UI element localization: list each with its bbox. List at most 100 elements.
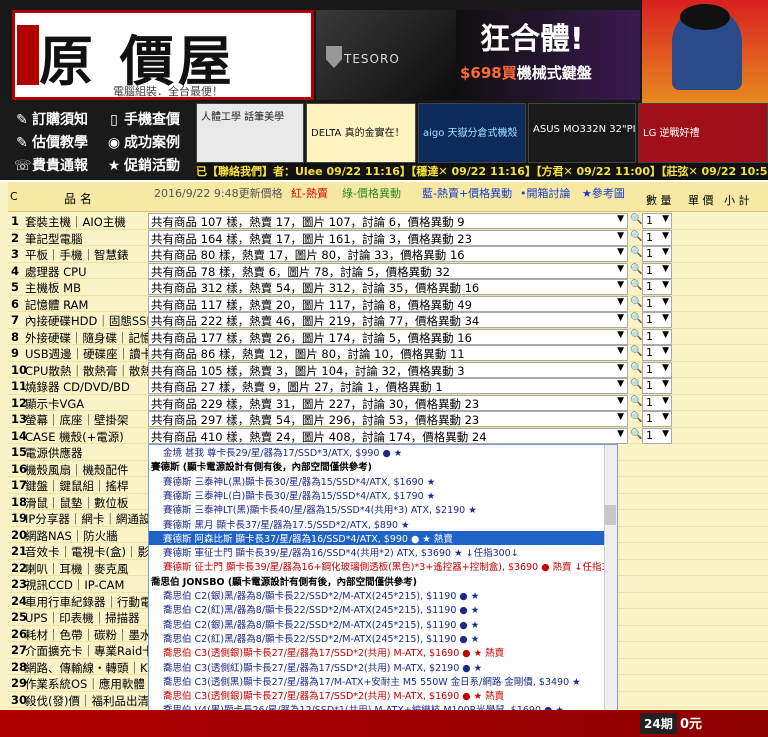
category-label[interactable]: 音效卡｜電視卡(盒)｜影音 bbox=[25, 544, 149, 560]
category-label[interactable]: 作業系統OS｜應用軟體 bbox=[25, 676, 149, 692]
dropdown-option[interactable]: 喬思伯 C2(紅)黑/器為8/顯卡長22/SSD*2/M-ATX(245*215… bbox=[149, 631, 605, 645]
quantity-select[interactable]: 1 ▼ bbox=[642, 229, 672, 246]
quantity-select[interactable]: 1 ▼ bbox=[642, 213, 672, 229]
magnifier-icon[interactable]: 🔍 bbox=[630, 412, 642, 423]
ad-banner-left[interactable]: TESORO bbox=[316, 10, 456, 100]
promo-thumb-1[interactable]: 人體工學 話筆美學 bbox=[196, 103, 304, 163]
installment-period[interactable]: 24期 bbox=[640, 713, 677, 734]
magnifier-icon[interactable]: 🔍 bbox=[630, 264, 642, 275]
category-label[interactable]: USB週邊｜硬碟座｜讀卡機 bbox=[25, 346, 149, 362]
product-select[interactable]: 共有商品 222 樣，熱賣 46，圖片 219，討論 77，價格異動 34 ▼ bbox=[148, 312, 628, 328]
magnifier-icon[interactable]: 🔍 bbox=[630, 297, 642, 308]
product-select[interactable]: 共有商品 312 樣，熱賣 54，圖片 312，討論 35，價格異動 16 ▼ bbox=[148, 279, 628, 295]
magnifier-icon[interactable]: 🔍 bbox=[630, 280, 642, 291]
category-label[interactable]: 機殼風扇｜機殼配件 bbox=[25, 462, 149, 478]
product-select[interactable]: 共有商品 105 樣，熱賣 3，圖片 104，討論 32，價格異動 3 ▼ bbox=[148, 361, 628, 378]
quantity-select[interactable]: 1 ▼ bbox=[642, 378, 672, 394]
category-label[interactable]: 筆記型電腦 bbox=[25, 231, 149, 247]
category-label[interactable]: 記憶體 RAM bbox=[25, 297, 149, 313]
category-label[interactable]: 套裝主機｜AIO主機 bbox=[25, 214, 149, 230]
product-select[interactable]: 共有商品 229 樣，熱賣 31，圖片 227，討論 30，價格異動 23 ▼ bbox=[148, 394, 628, 411]
product-select[interactable]: 共有商品 86 樣，熱賣 12，圖片 80，討論 10，價格異動 11 ▼ bbox=[148, 345, 628, 361]
product-select[interactable]: 共有商品 107 樣，熱賣 17，圖片 107，討論 6，價格異動 9 ▼ bbox=[148, 213, 628, 229]
category-label[interactable]: 視訊CCD｜IP-CAM bbox=[25, 577, 149, 593]
dropdown-option[interactable]: 賽德斯 黑月 顯卡長37/星/器為17.5/SSD*2/ATX, $890 ★ bbox=[149, 517, 605, 531]
category-label[interactable]: 燒錄器 CD/DVD/BD bbox=[25, 379, 149, 395]
promo-thumb-5[interactable]: LG 逆戰好禮 bbox=[638, 103, 768, 163]
category-label[interactable]: 網路NAS｜防火牆 bbox=[25, 528, 149, 544]
magnifier-icon[interactable]: 🔍 bbox=[630, 396, 642, 407]
scrollbar-thumb[interactable] bbox=[605, 505, 616, 525]
category-label[interactable]: 滑鼠｜鼠墊｜數位板 bbox=[25, 495, 149, 511]
dropdown-option[interactable]: 賽德斯 三泰神LT(黑)顯卡長40/星/器為15/SSD*4(共用*3) ATX… bbox=[149, 502, 605, 516]
site-logo[interactable]: 原 價屋 電腦組裝．全台最便！ bbox=[12, 10, 314, 100]
promo-thumb-2[interactable]: DELTA 真的金實在！ bbox=[306, 103, 416, 163]
nav-quote-guide[interactable]: ✎ 估價教學 bbox=[14, 132, 88, 152]
promo-thumb-3[interactable]: aigo 天嶽分倉式機殼 bbox=[418, 103, 526, 163]
product-select[interactable]: 共有商品 164 樣，熱賣 17，圖片 161，討論 3，價格異動 23 ▼ bbox=[148, 229, 628, 246]
promo-thumb-4[interactable]: ASUS MO332N 32"PIO bbox=[528, 103, 636, 163]
case-dropdown-list[interactable]: 金境 甚我 尊卡長29/星/器為17/SSD*3/ATX, $990 ● ★ 賽德… bbox=[148, 444, 618, 737]
category-label[interactable]: 車用行車紀錄器｜行動電源 bbox=[25, 594, 149, 610]
dropdown-option[interactable]: 喬思伯 C3(透側銀)顯卡長27/星/器為17/SSD*2(共用) M-ATX,… bbox=[149, 688, 605, 702]
product-select[interactable]: 共有商品 27 樣，熱賣 9，圖片 27，討論 1，價格異動 1 ▼ bbox=[148, 378, 628, 394]
ad-banner-main[interactable]: 狂合體! $698買機械式鍵盤 bbox=[456, 10, 640, 100]
category-label[interactable]: 網路、傳輸線・轉頭｜KVM bbox=[25, 660, 149, 676]
category-label[interactable]: 處理器 CPU bbox=[25, 264, 149, 280]
dropdown-option[interactable]: 賽德斯 征士門 顯卡長39/星/器為16+鋼化玻璃側透板(黑色)*3+遙控器+控… bbox=[149, 559, 605, 573]
category-label[interactable]: 內接硬碟HDD｜固態SSD bbox=[25, 313, 149, 329]
quantity-select[interactable]: 1 ▼ bbox=[642, 328, 672, 345]
category-label[interactable]: 外接硬碟｜隨身碟｜記憶卡 bbox=[25, 330, 149, 346]
quantity-select[interactable]: 1 ▼ bbox=[642, 279, 672, 295]
quantity-select[interactable]: 1 ▼ bbox=[642, 295, 672, 312]
magnifier-icon[interactable]: 🔍 bbox=[630, 330, 642, 341]
product-select[interactable]: 共有商品 177 樣，熱賣 26，圖片 174，討論 5，價格異動 16 ▼ bbox=[148, 328, 628, 345]
dropdown-option[interactable]: 金境 甚我 尊卡長29/星/器為17/SSD*3/ATX, $990 ● ★ bbox=[149, 445, 605, 459]
magnifier-icon[interactable]: 🔍 bbox=[630, 429, 642, 440]
link-discuss[interactable]: •開箱討論 bbox=[520, 185, 571, 201]
dropdown-option[interactable]: 賽德斯 三泰神L(白)顯卡長30/星/器為15/SSD*4/ATX, $1790… bbox=[149, 488, 605, 502]
quantity-select[interactable]: 1 ▼ bbox=[642, 312, 672, 328]
magnifier-icon[interactable]: 🔍 bbox=[630, 313, 642, 324]
link-ref-image[interactable]: ★參考圖 bbox=[582, 185, 625, 201]
magnifier-icon[interactable]: 🔍 bbox=[630, 363, 642, 374]
dropdown-option[interactable]: 喬思伯 C2(銀)黑/器為8/顯卡長22/SSD*2/M-ATX(245*215… bbox=[149, 588, 605, 602]
product-select[interactable]: 共有商品 80 樣，熱賣 17，圖片 80，討論 33，價格異動 16 ▼ bbox=[148, 246, 628, 262]
dropdown-option[interactable]: 喬思伯 C3(透側銀)顯卡長27/星/器為17/SSD*2(共用) M-ATX,… bbox=[149, 645, 605, 659]
nav-mobile-price[interactable]: ▯ 手機查價 bbox=[106, 109, 180, 129]
dropdown-option[interactable]: 賽德斯 阿森比斯 顯卡長37/星/器為16/SSD*4/ATX, $990 ● … bbox=[149, 530, 605, 546]
category-label[interactable]: 電源供應器 bbox=[25, 445, 149, 461]
category-label[interactable]: CPU散熱｜散熱膏｜散熱墊 bbox=[25, 363, 149, 379]
dropdown-scrollbar[interactable] bbox=[604, 445, 617, 736]
ad-banner-right[interactable] bbox=[642, 0, 768, 103]
quantity-select[interactable]: 1 ▼ bbox=[642, 427, 672, 444]
quantity-select[interactable]: 1 ▼ bbox=[642, 262, 672, 279]
category-label[interactable]: 介面擴充卡｜專業Raid卡 bbox=[25, 643, 149, 659]
category-label[interactable]: 顯示卡VGA bbox=[25, 396, 149, 412]
header-checkbox[interactable]: C bbox=[10, 190, 18, 203]
category-label[interactable]: 螢幕｜底座｜壁掛架 bbox=[25, 412, 149, 428]
dropdown-option[interactable]: 賽德斯 軍征士門 顯卡長39/星/器為16/SSD*4(共用*2) ATX, $… bbox=[149, 545, 605, 559]
category-label[interactable]: UPS｜印表機｜掃描器 bbox=[25, 610, 149, 626]
magnifier-icon[interactable]: 🔍 bbox=[630, 247, 642, 258]
nav-promotions[interactable]: ★ 促銷活動 bbox=[106, 155, 180, 175]
nav-price-report[interactable]: ☏費貴通報 bbox=[14, 155, 88, 175]
category-label[interactable]: 平板｜手機｜智慧錶 bbox=[25, 247, 149, 263]
category-label[interactable]: CASE 機殼(+電源) bbox=[25, 429, 149, 445]
dropdown-option[interactable]: 喬思伯 C2(銀)黑/器為8/顯卡長22/SSD*2/M-ATX(245*215… bbox=[149, 617, 605, 631]
category-label[interactable]: 主機板 MB bbox=[25, 280, 149, 296]
category-label[interactable]: 殺伐(發)價｜福利品出清 bbox=[25, 693, 149, 709]
product-select[interactable]: 共有商品 297 樣，熱賣 54，圖片 296，討論 53，價格異動 23 ▼ bbox=[148, 411, 628, 427]
quantity-select[interactable]: 1 ▼ bbox=[642, 394, 672, 411]
magnifier-icon[interactable]: 🔍 bbox=[630, 231, 642, 242]
dropdown-option[interactable]: 賽德斯 三泰神L(黑)顯卡長30/星/器為15/SSD*4/ATX, $1690… bbox=[149, 474, 605, 488]
magnifier-icon[interactable]: 🔍 bbox=[630, 214, 642, 225]
category-label[interactable]: 耗材｜色帶｜碳粉｜墨水 bbox=[25, 627, 149, 643]
dropdown-option[interactable]: 喬思伯 C3(透側紅)顯卡長27/星/器為17/SSD*2(共用) M-ATX,… bbox=[149, 660, 605, 674]
quantity-select[interactable]: 1 ▼ bbox=[642, 345, 672, 361]
category-label[interactable]: 喇叭｜耳機｜麥克風 bbox=[25, 561, 149, 577]
magnifier-icon[interactable]: 🔍 bbox=[630, 346, 642, 357]
quantity-select[interactable]: 1 ▼ bbox=[642, 246, 672, 262]
nav-order-notice[interactable]: ✎ 訂購須知 bbox=[14, 109, 88, 129]
quantity-select[interactable]: 1 ▼ bbox=[642, 361, 672, 378]
